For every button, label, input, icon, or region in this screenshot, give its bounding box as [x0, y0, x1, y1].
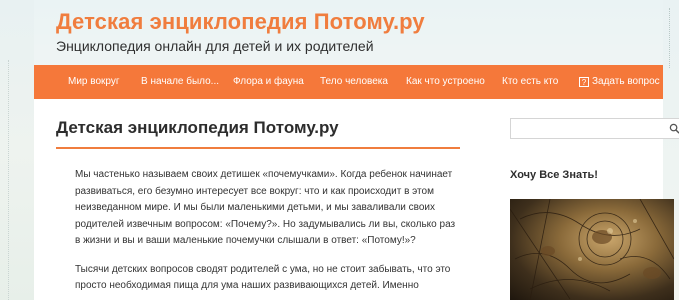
nav-item-flora-fauna[interactable]: Флора и фауна: [233, 65, 304, 99]
page-title: Детская энциклопедия Потому.ру: [56, 118, 339, 137]
search-icon[interactable]: [669, 123, 679, 134]
nav-item-kak-chto-ustroeno[interactable]: Как что устроено: [406, 65, 485, 99]
question-icon: ?: [579, 77, 589, 87]
title-divider: [56, 147, 460, 149]
site-description: Энциклопедия онлайн для детей и их родит…: [56, 38, 374, 54]
nav-item-mir-vokrug[interactable]: Мир вокруг: [68, 65, 120, 99]
widget-banner-image[interactable]: [510, 199, 674, 300]
site-header: Детская энциклопедия Потому.ру Энциклопе…: [56, 8, 425, 55]
article-paragraph: Тысячи детских вопросов сводят родителей…: [75, 263, 451, 292]
nav-item-zadat-vopros-label: Задать вопрос: [592, 76, 660, 87]
search-input[interactable]: [510, 118, 679, 139]
site-title-link[interactable]: Детская энциклопедия Потому.ру: [56, 8, 425, 36]
nav-item-v-nachale[interactable]: В начале было...: [141, 65, 219, 99]
nav-item-telo-cheloveka[interactable]: Тело человека: [320, 65, 388, 99]
article-body: Мы частенько называем своих детишек «поч…: [75, 167, 461, 300]
content-area: Детская энциклопедия Потому.ру Мы частен…: [34, 99, 679, 300]
main-navigation: Мир вокруг В начале было... Флора и фаун…: [34, 65, 663, 99]
nav-item-kto-est-kto[interactable]: Кто есть кто: [502, 65, 558, 99]
page-background-left: [0, 0, 34, 300]
nav-item-zadat-vopros[interactable]: ? Задать вопрос: [579, 65, 660, 99]
widget-title: Хочу Все Знать!: [510, 169, 598, 181]
banner-artwork: [510, 199, 674, 300]
article-paragraph: Мы частенько называем своих детишек «поч…: [75, 169, 456, 246]
